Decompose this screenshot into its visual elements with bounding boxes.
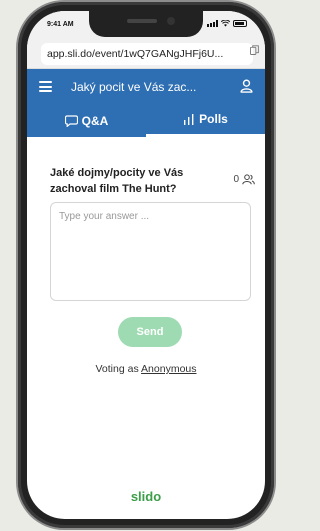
signal-icon	[207, 20, 218, 27]
poll-question: Jaké dojmy/pocity ve Vás zachoval film T…	[50, 167, 184, 195]
url-text: app.sli.do/event/1wQ7GANgJHFj6U...	[47, 48, 224, 60]
user-icon[interactable]	[240, 79, 253, 93]
wifi-icon	[221, 20, 230, 27]
copy-icon[interactable]	[250, 45, 259, 55]
send-button[interactable]: Send	[118, 317, 182, 347]
phone-notch	[89, 11, 203, 37]
camera	[167, 17, 175, 25]
tab-qa-label: Q&A	[81, 113, 109, 128]
slido-logo: slido	[130, 489, 162, 504]
voting-prefix: Voting as	[95, 363, 139, 375]
battery-icon	[233, 20, 247, 27]
tab-polls[interactable]: Polls	[146, 104, 265, 137]
answer-placeholder: Type your answer ...	[59, 211, 150, 222]
speaker	[127, 19, 157, 23]
browser-address-bar: app.sli.do/event/1wQ7GANgJHFj6U...	[27, 39, 265, 69]
phone-screen: 9:41 AM app.sli.do/event/1wQ7GANgJHFj6U.…	[27, 11, 265, 519]
phone-frame: 9:41 AM app.sli.do/event/1wQ7GANgJHFj6U.…	[18, 2, 274, 528]
chat-icon	[64, 114, 78, 127]
tab-polls-label: Polls	[199, 112, 228, 126]
voter-count-value: 0	[233, 174, 239, 185]
menu-icon[interactable]	[39, 81, 52, 92]
app-header: Jaký pocit ve Vás zac...	[27, 69, 265, 104]
people-icon	[242, 174, 255, 185]
event-title: Jaký pocit ve Vás zac...	[71, 80, 197, 94]
bar-chart-icon	[184, 113, 194, 125]
anonymous-link[interactable]: Anonymous	[141, 363, 196, 375]
voting-as-line: Voting as Anonymous	[27, 363, 265, 375]
tab-bar: Q&A Polls	[27, 104, 265, 137]
answer-input[interactable]: Type your answer ...	[50, 202, 251, 301]
status-time: 9:41 AM	[47, 21, 74, 28]
url-field[interactable]: app.sli.do/event/1wQ7GANgJHFj6U...	[41, 43, 253, 65]
voter-count: 0	[233, 174, 255, 185]
status-icons	[207, 20, 247, 27]
tab-qa[interactable]: Q&A	[27, 104, 146, 137]
